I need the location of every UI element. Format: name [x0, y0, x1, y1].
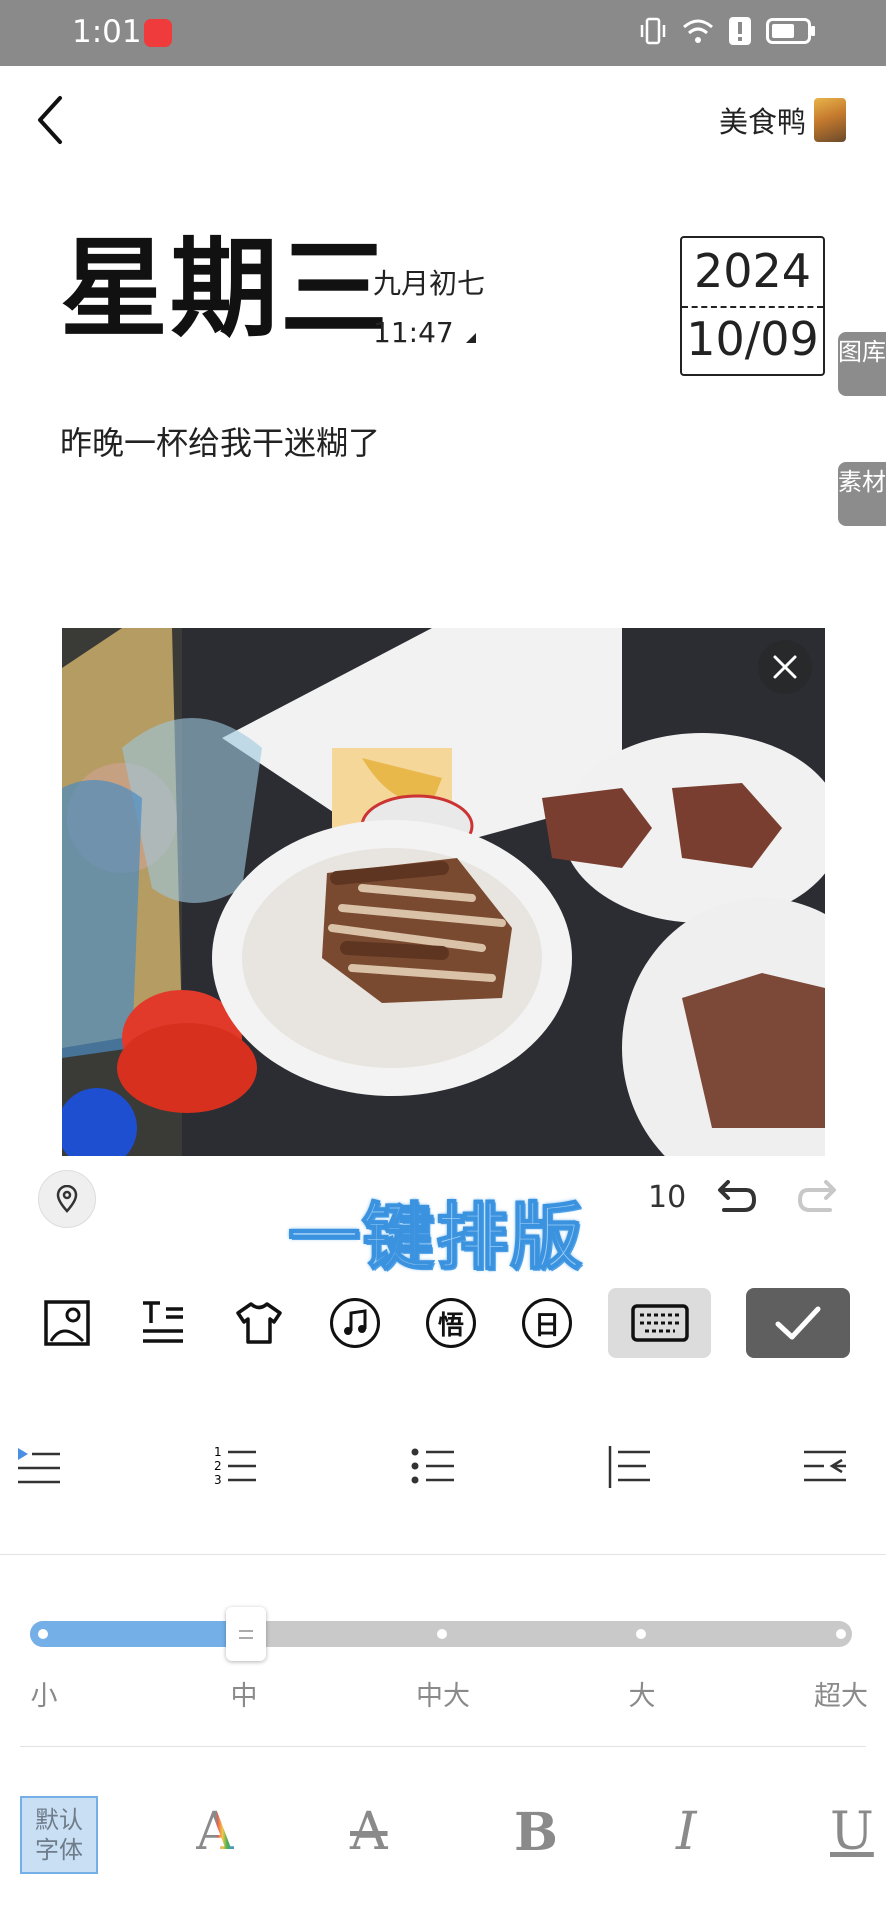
bold-button[interactable]: B [514, 1802, 558, 1863]
divider [20, 1746, 866, 1747]
undo-icon [718, 1180, 757, 1212]
text-format-button[interactable] [128, 1288, 198, 1358]
clear-format-button[interactable]: A [350, 1802, 388, 1862]
insight-button[interactable]: 悟 [416, 1288, 486, 1358]
close-icon [773, 655, 797, 679]
size-label-medium[interactable]: 中 [231, 1674, 258, 1713]
numbered-list-icon: 123 [214, 1445, 256, 1487]
slider-thumb[interactable] [226, 1607, 266, 1661]
time-dropdown-icon [465, 332, 476, 343]
entry-time-value: 11:47 [373, 316, 454, 349]
insight-icon: 悟 [426, 1298, 476, 1348]
music-icon [330, 1298, 380, 1348]
image-icon [44, 1300, 90, 1346]
indent-icon [18, 1448, 60, 1484]
indent-first-line-button[interactable] [16, 1440, 66, 1494]
divider [0, 1554, 886, 1555]
chevron-left-icon [38, 96, 62, 144]
undo-button[interactable] [710, 1174, 758, 1226]
redo-button[interactable] [796, 1174, 844, 1226]
keyboard-icon [630, 1304, 689, 1342]
numbered-list-button[interactable]: 123 [212, 1440, 262, 1494]
size-label-extra-large[interactable]: 超大 [814, 1674, 868, 1713]
svg-text:2: 2 [214, 1459, 222, 1473]
paragraph-format-row: 123 [0, 1440, 886, 1500]
date-year: 2024 [693, 244, 812, 298]
default-font-line1: 默认 [35, 1806, 83, 1834]
slider-stop-medium-large [437, 1629, 447, 1639]
italic-button[interactable]: I [676, 1802, 697, 1862]
font-size-slider[interactable] [30, 1607, 852, 1661]
weekday-title: 星期三 [60, 227, 391, 352]
author-info[interactable]: 美食鸭 [719, 98, 846, 142]
status-bar: 1:01 [0, 0, 886, 66]
date-box[interactable]: 2024 10/09 [680, 236, 825, 376]
gallery-tab[interactable]: 图库 [838, 332, 886, 396]
quote-block-button[interactable] [606, 1440, 656, 1494]
size-label-medium-large[interactable]: 中大 [416, 1674, 470, 1713]
wifi-icon [683, 19, 713, 43]
status-time: 1:01 [72, 14, 142, 50]
text-color-icon: A [196, 1802, 234, 1862]
redo-icon [797, 1180, 836, 1212]
svg-text:1: 1 [214, 1445, 222, 1459]
food-photo[interactable] [62, 628, 825, 1156]
insert-image-button[interactable] [32, 1288, 102, 1358]
slider-stop-large [636, 1629, 646, 1639]
back-button[interactable] [28, 90, 78, 150]
avatar [814, 98, 846, 142]
app-notification-icon [144, 19, 172, 47]
food-photo-illustration [62, 628, 825, 1156]
bullet-list-button[interactable] [410, 1440, 460, 1494]
music-button[interactable] [320, 1288, 390, 1358]
material-tab[interactable]: 素材 [838, 462, 886, 526]
date-stamp-icon: 日 [522, 1298, 572, 1348]
clear-format-icon: A [350, 1802, 388, 1862]
location-pin-icon [56, 1185, 78, 1213]
svg-text:3: 3 [214, 1473, 222, 1487]
outdent-button[interactable] [802, 1440, 852, 1494]
italic-icon: I [676, 1802, 697, 1862]
bullet-list-icon [411, 1448, 454, 1484]
lunar-date: 九月初七 [373, 267, 486, 300]
battery-icon [766, 18, 815, 44]
date-divider [682, 306, 823, 308]
keyboard-toggle-button[interactable] [608, 1288, 711, 1358]
theme-button[interactable] [224, 1288, 294, 1358]
status-icons [638, 16, 816, 46]
entry-time[interactable]: 11:47 [373, 316, 476, 349]
default-font-line2: 字体 [35, 1836, 83, 1864]
one-key-layout-button[interactable]: 一键排版 [287, 1178, 584, 1283]
remove-photo-button[interactable] [758, 640, 812, 694]
size-label-large[interactable]: 大 [629, 1674, 656, 1713]
underline-icon: U [830, 1802, 874, 1862]
size-label-small[interactable]: 小 [31, 1674, 58, 1713]
slider-stop-extra-large [836, 1629, 846, 1639]
underline-button[interactable]: U [830, 1802, 874, 1862]
author-name: 美食鸭 [718, 105, 806, 139]
location-button[interactable] [38, 1170, 96, 1228]
date-stamp-button[interactable]: 日 [512, 1288, 582, 1358]
slider-fill [30, 1621, 246, 1647]
bold-icon: B [514, 1802, 558, 1863]
word-count: 10 [648, 1180, 687, 1215]
slider-stop-small [38, 1629, 48, 1639]
text-format-icon [143, 1301, 183, 1343]
vibrate-icon [640, 17, 666, 45]
tshirt-icon [236, 1302, 282, 1344]
default-font-button[interactable]: 默认 字体 [20, 1796, 98, 1874]
confirm-button[interactable] [746, 1288, 850, 1358]
text-color-button[interactable]: A [196, 1802, 234, 1862]
outdent-icon [804, 1450, 846, 1482]
quote-block-icon [608, 1446, 650, 1488]
date-month-day: 10/09 [686, 312, 819, 366]
alert-icon [729, 17, 751, 45]
entry-text[interactable]: 昨晚一杯给我干迷糊了 [60, 418, 380, 464]
checkmark-icon [775, 1306, 821, 1340]
